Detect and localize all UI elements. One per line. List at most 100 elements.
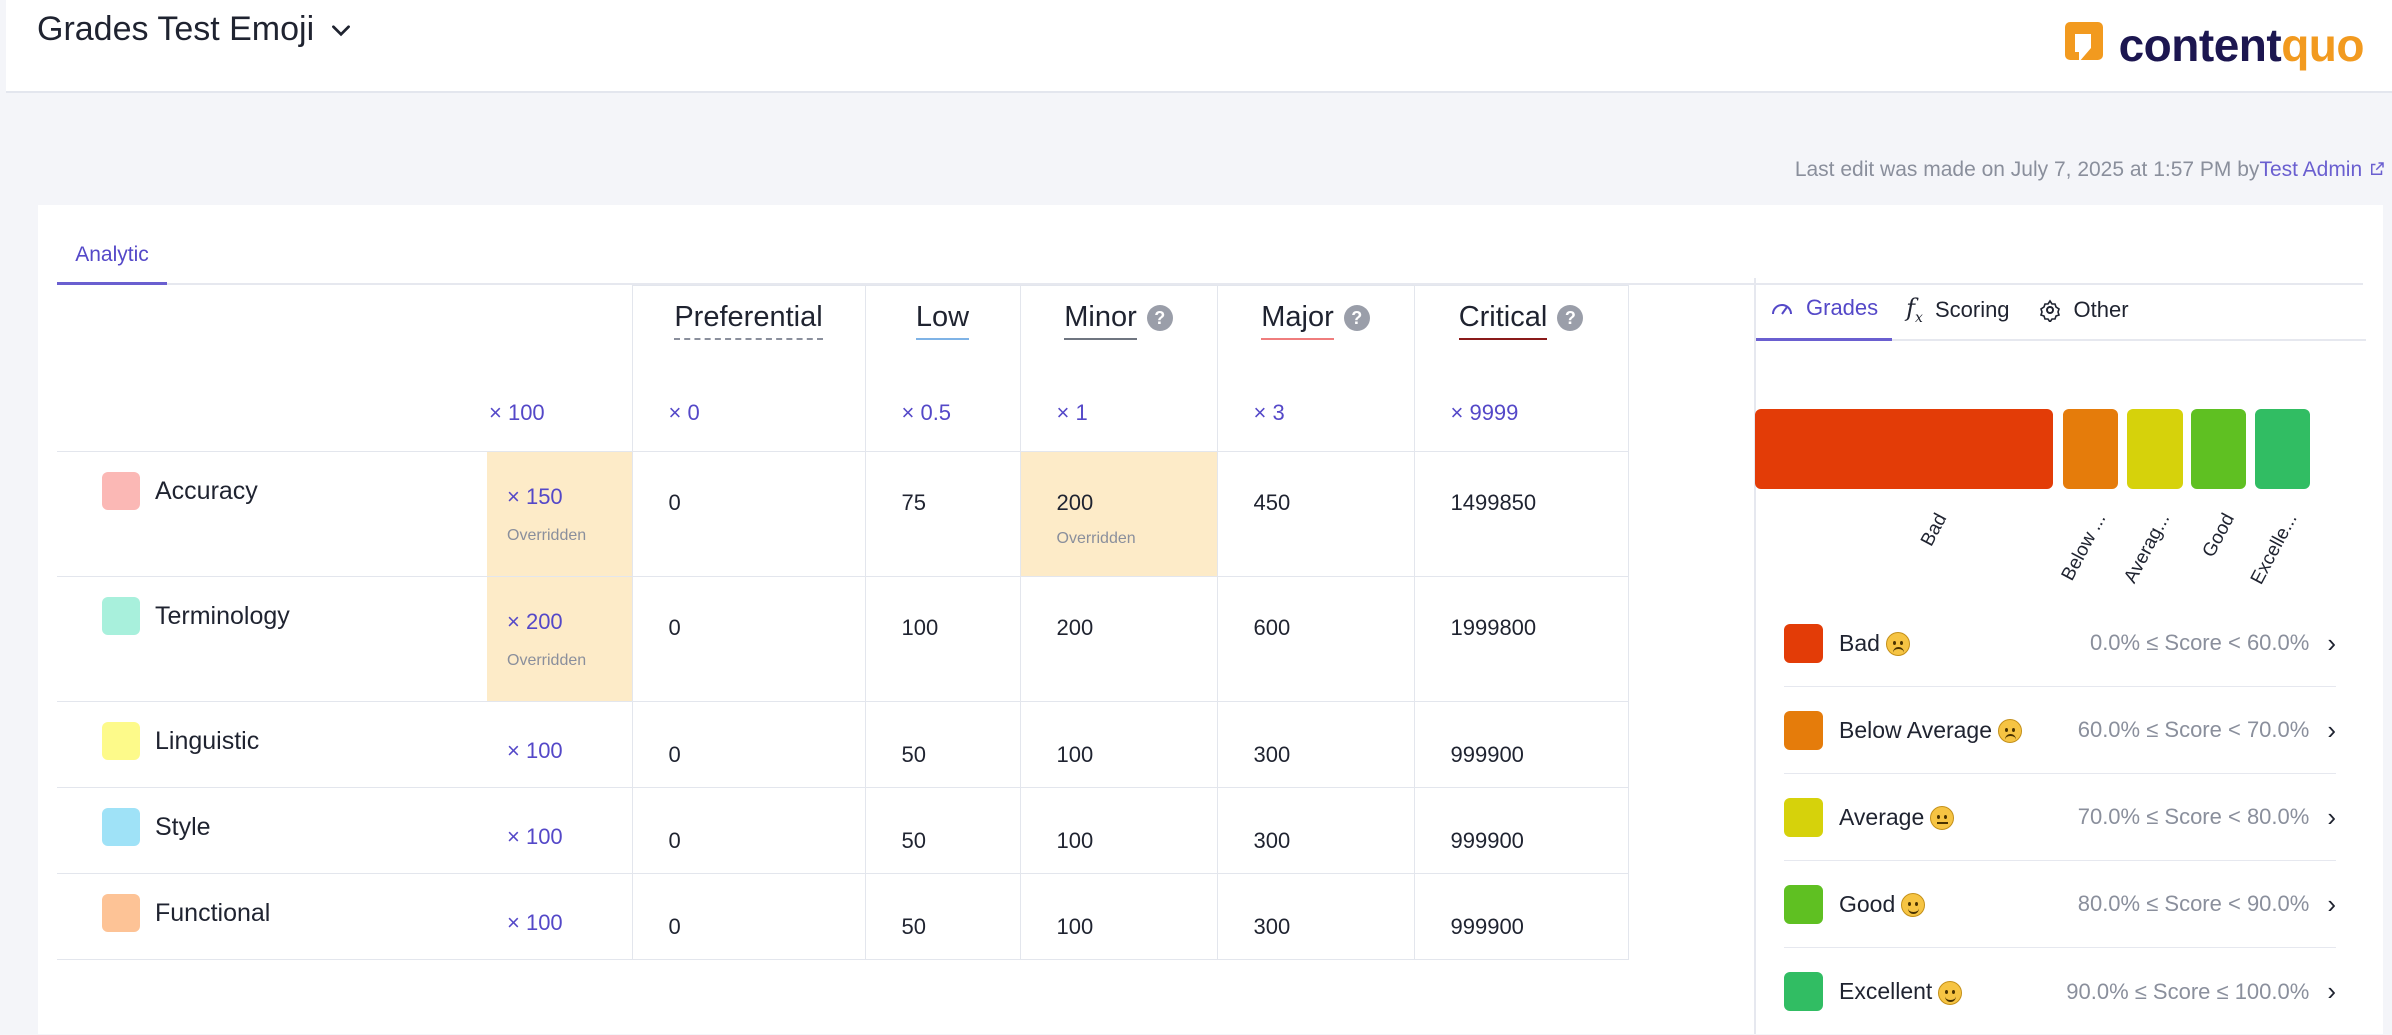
grade-item-excellent[interactable]: Excellent 90.0% ≤ Score ≤ 100.0% › xyxy=(1784,948,2336,1035)
score-value: 50 xyxy=(901,828,926,853)
tab-scoring[interactable]: fx Scoring xyxy=(1892,278,2023,341)
score-value: 300 xyxy=(1253,828,1291,853)
category-color-swatch[interactable] xyxy=(102,808,140,846)
grade-bar-average[interactable] xyxy=(2127,409,2183,489)
grade-bar-labels: Bad Below ... Averag... Good Excelle... xyxy=(1755,500,2355,610)
gauge-icon xyxy=(1772,304,1792,315)
severity-label: Major xyxy=(1261,301,1334,340)
grade-bar-excellent[interactable] xyxy=(2255,409,2310,489)
grade-range: 90.0% ≤ Score ≤ 100.0% xyxy=(2066,978,2310,1004)
category-color-swatch[interactable] xyxy=(102,597,140,635)
score-cell[interactable]: 200 Overridden xyxy=(1019,451,1218,577)
category-label: Functional xyxy=(155,898,271,927)
score-cell[interactable]: 999900 xyxy=(1413,701,1629,788)
severity-multiplier[interactable]: × 3 xyxy=(1254,400,1285,426)
scheme-selector[interactable]: Grades Test Emoji xyxy=(37,10,354,49)
score-cell[interactable]: 0 xyxy=(631,451,866,577)
score-cell[interactable]: 450 xyxy=(1216,451,1415,577)
grade-bar-good[interactable] xyxy=(2191,409,2246,489)
score-cell[interactable]: 100 xyxy=(1019,787,1218,874)
score-value: 0 xyxy=(668,615,681,640)
grade-range: 0.0% ≤ Score < 60.0% xyxy=(2089,630,2310,655)
category-color-swatch[interactable] xyxy=(102,722,140,760)
grade-color-swatch xyxy=(1784,972,1823,1011)
score-cell[interactable]: 300 xyxy=(1216,787,1415,874)
severity-multiplier[interactable]: × 9999 xyxy=(1451,400,1519,426)
score-cell[interactable]: 75 xyxy=(864,451,1021,577)
grade-item-bad[interactable]: Bad 0.0% ≤ Score < 60.0% › xyxy=(1784,600,2336,687)
grade-name: Excellent xyxy=(1839,978,1933,1004)
category-weight[interactable]: × 100 xyxy=(487,702,632,787)
score-value: 50 xyxy=(901,742,926,767)
severity-header-preferential: Preferential × 0 xyxy=(631,285,866,452)
grade-bar-label: Bad xyxy=(1917,510,1952,550)
score-cell[interactable]: 50 xyxy=(864,873,1021,960)
tab-analytic[interactable]: Analytic xyxy=(57,227,167,285)
chevron-down-icon xyxy=(332,24,351,36)
score-cell[interactable]: 100 xyxy=(1019,701,1218,788)
help-icon[interactable]: ? xyxy=(1343,305,1370,332)
category-label: Terminology xyxy=(155,601,290,630)
severity-label: Preferential xyxy=(674,301,823,340)
score-cell[interactable]: 100 xyxy=(1019,873,1218,960)
severity-multiplier[interactable]: × 0 xyxy=(669,400,700,426)
chevron-right-icon: › xyxy=(2327,801,2336,832)
score-value: 100 xyxy=(1056,742,1094,767)
score-cell[interactable]: 600 xyxy=(1216,576,1415,702)
overridden-label: Overridden xyxy=(507,527,587,544)
category-label: Accuracy xyxy=(155,476,258,505)
score-cell[interactable]: 200 xyxy=(1019,576,1218,702)
tab-other[interactable]: Other xyxy=(2024,278,2143,341)
sad-face-icon xyxy=(1885,632,1910,657)
severity-multiplier[interactable]: × 1 xyxy=(1057,400,1088,426)
score-cell[interactable]: 0 xyxy=(631,873,866,960)
external-link-icon[interactable] xyxy=(2368,160,2386,178)
score-value: 100 xyxy=(1056,914,1094,939)
score-cell[interactable]: 1499850 xyxy=(1413,451,1629,577)
category-color-swatch[interactable] xyxy=(102,894,140,932)
score-cell[interactable]: 0 xyxy=(631,576,866,702)
category-weight[interactable]: × 100 xyxy=(487,788,632,873)
grade-bar-below-average[interactable] xyxy=(2063,409,2118,489)
score-cell[interactable]: 50 xyxy=(864,701,1021,788)
severity-label: Critical xyxy=(1458,301,1548,340)
score-cell[interactable]: 999900 xyxy=(1413,873,1629,960)
function-icon: fx xyxy=(1906,293,1923,326)
category-cell: Terminology × 200 Overridden xyxy=(57,576,633,702)
last-edit-user-link[interactable]: Test Admin xyxy=(2259,158,2362,181)
category-weight[interactable]: × 150 Overridden xyxy=(487,452,632,576)
score-value: 999900 xyxy=(1450,914,1524,939)
category-weight[interactable]: × 100 xyxy=(487,874,632,959)
help-icon[interactable]: ? xyxy=(1146,305,1173,332)
grade-list: Bad 0.0% ≤ Score < 60.0% › Below Average 60.… xyxy=(1784,600,2336,1035)
grade-item-average[interactable]: Average 70.0% ≤ Score < 80.0% › xyxy=(1784,774,2336,861)
tab-grades[interactable]: Grades xyxy=(1756,278,1893,341)
overridden-label: Overridden xyxy=(1056,530,1136,547)
grade-color-swatch xyxy=(1784,710,1823,750)
category-color-swatch[interactable] xyxy=(102,472,140,510)
category-cell: Functional × 100 xyxy=(57,873,633,960)
grade-bar-bad[interactable] xyxy=(1755,409,2053,489)
help-icon[interactable]: ? xyxy=(1557,305,1584,332)
grade-item-below-average[interactable]: Below Average 60.0% ≤ Score < 70.0% › xyxy=(1784,687,2336,774)
severity-multiplier[interactable]: × 0.5 xyxy=(902,400,952,426)
score-cell[interactable]: 0 xyxy=(631,701,866,788)
score-cell[interactable]: 0 xyxy=(631,787,866,874)
score-cell[interactable]: 999900 xyxy=(1413,787,1629,874)
category-row-linguistic: Linguistic × 100 0 50 100 300 999900 xyxy=(57,701,1629,788)
score-cell[interactable]: 300 xyxy=(1216,701,1415,788)
logo-icon xyxy=(2064,22,2103,62)
page-title: Grades Test Emoji xyxy=(37,10,315,48)
score-value: 999900 xyxy=(1450,742,1524,767)
score-value: 50 xyxy=(901,914,926,939)
score-cell[interactable]: 100 xyxy=(864,576,1021,702)
default-multiplier[interactable]: × 100 xyxy=(489,400,545,426)
grade-name: Good xyxy=(1839,890,1896,917)
grade-item-good[interactable]: Good 80.0% ≤ Score < 90.0% › xyxy=(1784,861,2336,948)
score-cell[interactable]: 50 xyxy=(864,787,1021,874)
score-cell[interactable]: 1999800 xyxy=(1413,576,1629,702)
score-cell[interactable]: 300 xyxy=(1216,873,1415,960)
category-weight[interactable]: × 200 Overridden xyxy=(487,577,632,701)
grade-bar-label: Excelle... xyxy=(2246,510,2302,588)
grade-name: Average xyxy=(1839,803,1925,830)
